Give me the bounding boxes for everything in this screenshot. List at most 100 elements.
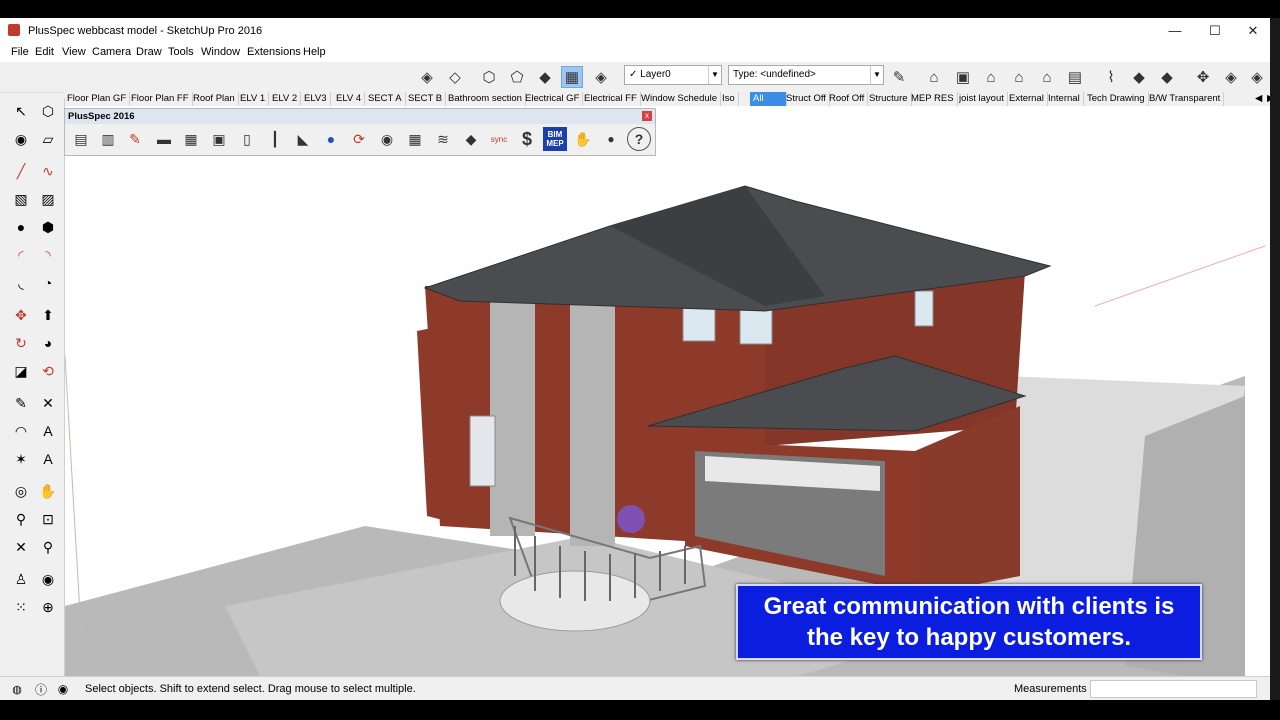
- waterfall-icon[interactable]: ≋: [431, 127, 455, 151]
- polygon-icon[interactable]: ⬢: [37, 216, 59, 238]
- ifc-icon[interactable]: ●: [319, 127, 343, 151]
- tab-struct-off[interactable]: Struct Off: [783, 92, 830, 106]
- tab-elv3[interactable]: ELV3: [301, 92, 331, 106]
- user-icon[interactable]: ◉: [52, 678, 74, 700]
- menu-draw[interactable]: Draw: [136, 46, 162, 58]
- brick-wall-icon[interactable]: ▦: [179, 127, 203, 151]
- measurements-input[interactable]: [1090, 680, 1257, 698]
- sync-icon[interactable]: sync: [487, 127, 511, 151]
- tab-sect-b[interactable]: SECT B: [405, 92, 447, 106]
- door-icon[interactable]: ▯: [235, 127, 259, 151]
- shaded-textures-style-icon[interactable]: ▦: [561, 66, 583, 88]
- extension-warehouse-icon[interactable]: ▤: [1064, 66, 1086, 88]
- pan-icon[interactable]: ✋: [37, 480, 59, 502]
- tab-iso[interactable]: Iso: [719, 92, 739, 106]
- menu-window[interactable]: Window: [201, 46, 240, 58]
- tab-roof-plan[interactable]: Roof Plan: [190, 92, 239, 106]
- sandbox-icon[interactable]: ⌇: [1100, 66, 1122, 88]
- line-icon[interactable]: ╱: [10, 160, 32, 182]
- hand-tool-icon[interactable]: ✋: [571, 127, 595, 151]
- tab-elv-2[interactable]: ELV 2: [269, 92, 302, 106]
- move-view-icon[interactable]: ✥: [1192, 66, 1214, 88]
- stair-icon[interactable]: ◣: [291, 127, 315, 151]
- xray-style-icon[interactable]: ◈: [416, 66, 438, 88]
- zoom-icon[interactable]: ⚲: [10, 508, 32, 530]
- scale-icon[interactable]: ◪: [10, 360, 32, 382]
- tape-measure-icon[interactable]: ✎: [10, 392, 32, 414]
- tab-all[interactable]: All: [750, 92, 787, 106]
- tab-electrical-gf[interactable]: Electrical GF: [522, 92, 584, 106]
- tab-structure[interactable]: Structure: [866, 92, 912, 106]
- credits-icon[interactable]: ⓘ: [30, 678, 52, 700]
- rotate-icon[interactable]: ↻: [10, 332, 32, 354]
- three-point-arc-icon[interactable]: ◟: [10, 272, 32, 294]
- plugin-icon[interactable]: ◆: [1156, 66, 1178, 88]
- zoom-extents-icon[interactable]: ✕: [10, 536, 32, 558]
- layer-select[interactable]: ✓ Layer0 ▼: [624, 65, 722, 85]
- wireframe-style-icon[interactable]: ⬡: [478, 66, 500, 88]
- circle-icon[interactable]: ●: [10, 216, 32, 238]
- minimize-button[interactable]: —: [1155, 18, 1195, 44]
- axes-icon[interactable]: ✶: [10, 448, 32, 470]
- rectangle-icon[interactable]: ▧: [10, 188, 32, 210]
- ruby-icon[interactable]: ◆: [1128, 66, 1150, 88]
- tab-tech-drawing[interactable]: Tech Drawing: [1084, 92, 1149, 106]
- estimate-icon[interactable]: ▥: [96, 127, 120, 151]
- paint-bucket-icon[interactable]: ◉: [10, 128, 32, 150]
- menu-view[interactable]: View: [62, 46, 86, 58]
- refresh-model-icon[interactable]: ⟳: [347, 127, 371, 151]
- dimension-icon[interactable]: ✕: [37, 392, 59, 414]
- paint-material-icon[interactable]: ✎: [123, 127, 147, 151]
- wall-tool-icon[interactable]: ▤: [69, 127, 93, 151]
- close-button[interactable]: ✕: [1233, 18, 1273, 44]
- look-around-icon[interactable]: ◉: [37, 568, 59, 590]
- tab-electrical-ff[interactable]: Electrical FF: [581, 92, 641, 106]
- warehouse-icon[interactable]: ⌂: [923, 66, 945, 88]
- make-component-icon[interactable]: ⬡: [37, 100, 59, 122]
- back-edges-style-icon[interactable]: ◇: [444, 66, 466, 88]
- monochrome-style-icon[interactable]: ◈: [590, 66, 612, 88]
- help-icon[interactable]: ?: [627, 127, 651, 151]
- 3d-text-icon[interactable]: A: [37, 448, 59, 470]
- section-plane-icon[interactable]: ◈: [1220, 66, 1242, 88]
- tab-sect-a[interactable]: SECT A: [365, 92, 406, 106]
- paint-tag-icon[interactable]: ✎: [888, 66, 910, 88]
- tab-elv-1[interactable]: ELV 1: [237, 92, 270, 106]
- plusspec-close-icon[interactable]: x: [642, 111, 652, 121]
- tab-bw-transparent[interactable]: B/W Transparent: [1146, 92, 1225, 106]
- menu-extensions[interactable]: Extensions: [247, 46, 301, 58]
- type-select[interactable]: Type: <undefined> ▼: [728, 65, 884, 85]
- geo-location-icon[interactable]: ◍: [6, 678, 28, 700]
- rotated-rectangle-icon[interactable]: ▨: [37, 188, 59, 210]
- slab-icon[interactable]: ▬: [152, 127, 176, 151]
- menu-edit[interactable]: Edit: [35, 46, 54, 58]
- freehand-icon[interactable]: ∿: [37, 160, 59, 182]
- protractor-icon[interactable]: ◠: [10, 420, 32, 442]
- share-model-icon[interactable]: ⌂: [1008, 66, 1030, 88]
- follow-me-icon[interactable]: ◕: [37, 332, 59, 354]
- tab-window-schedule[interactable]: Window Schedule: [638, 92, 722, 106]
- tab-external[interactable]: External: [1006, 92, 1048, 106]
- grid-icon[interactable]: ▦: [403, 127, 427, 151]
- shaded-style-icon[interactable]: ◆: [534, 66, 556, 88]
- section-display-icon[interactable]: ◈: [1246, 66, 1268, 88]
- eraser-icon[interactable]: ▱: [37, 128, 59, 150]
- house-outline-icon[interactable]: ⌂: [1036, 66, 1058, 88]
- house-icon[interactable]: ⌂: [980, 66, 1002, 88]
- push-pull-icon[interactable]: ⬆: [37, 304, 59, 326]
- arc-icon[interactable]: ◜: [10, 244, 32, 266]
- tab-bathroom-section[interactable]: Bathroom section: [445, 92, 526, 106]
- menu-camera[interactable]: Camera: [92, 46, 131, 58]
- zoom-window-icon[interactable]: ⊡: [37, 508, 59, 530]
- walk-icon[interactable]: ⁙: [10, 596, 32, 618]
- position-camera-icon[interactable]: ♙: [10, 568, 32, 590]
- tab-joist-layout[interactable]: joist layout: [956, 92, 1008, 106]
- maximize-button[interactable]: ☐: [1195, 18, 1235, 44]
- text-icon[interactable]: A: [37, 420, 59, 442]
- dollar-icon[interactable]: $: [515, 127, 539, 151]
- tab-roof-off[interactable]: Roof Off: [826, 92, 869, 106]
- bim-mep-icon[interactable]: BIM MEP: [543, 127, 567, 151]
- tab-floor-plan-ff[interactable]: Floor Plan FF: [128, 92, 193, 106]
- tab-mep-res[interactable]: MEP RES: [908, 92, 958, 106]
- tab-elv-4[interactable]: ELV 4: [333, 92, 366, 106]
